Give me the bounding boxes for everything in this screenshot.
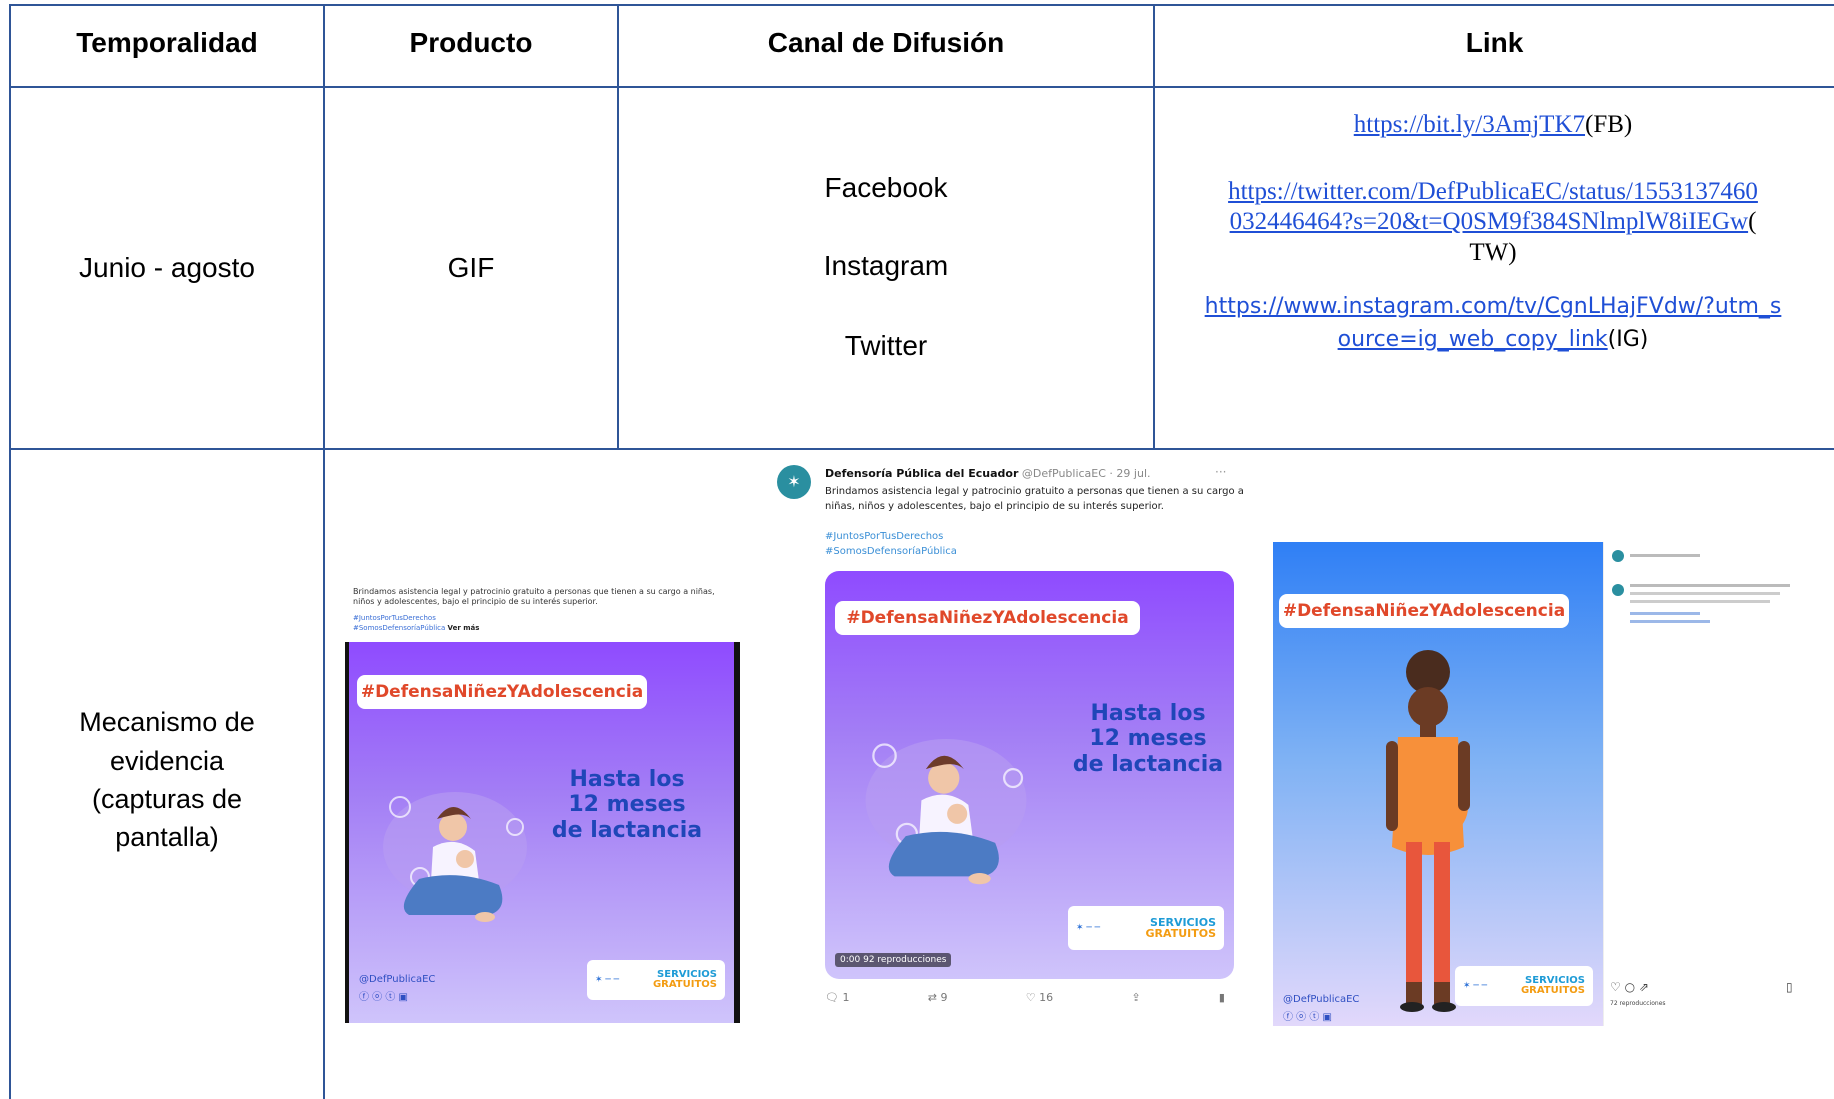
twitter-avatar: ✶ <box>777 465 811 499</box>
canal-twitter: Twitter <box>844 329 928 361</box>
instagram-hashtag-banner: #DefensaNiñezYAdolescencia <box>1279 594 1569 628</box>
twitter-hashtag-banner: #DefensaNiñezYAdolescencia <box>835 601 1140 635</box>
twitter-retweet-count: 9 <box>940 991 948 1004</box>
twitter-analytics-icon[interactable]: ▮ <box>1219 991 1225 1004</box>
link-instagram-block: https://www.instagram.com/tv/CgnLHajFVdw… <box>1160 290 1826 356</box>
defensoria-logo-icon: ✶ ─ ─ <box>595 975 620 985</box>
instagram-comment-line-3 <box>1630 600 1770 603</box>
instagram-views: 72 reproducciones <box>1610 1000 1666 1007</box>
row-divider-2 <box>9 448 1834 450</box>
twitter-badge-line2: GRATUITOS <box>1145 927 1216 940</box>
facebook-badge-line2: GRATUITOS <box>652 979 717 990</box>
facebook-social-icons: ⓕ ⓞ ⓣ ▣ <box>359 992 408 1003</box>
link-facebook-line: https://bit.ly/3AmjTK7(FB) <box>1160 110 1826 141</box>
facebook-badge-text: SERVICIOS GRATUITOS <box>653 970 717 990</box>
header-link: Link <box>1465 27 1524 58</box>
instagram-servicios-badge: ✶ ─ ─ SERVICIOS GRATUITOS <box>1455 966 1593 1006</box>
link-twitter-block: https://twitter.com/DefPublicaEC/status/… <box>1160 177 1826 269</box>
evidence-label-line-1: Mecanismo de <box>79 707 255 738</box>
facebook-hashtag-banner: #DefensaNiñezYAdolescencia <box>357 675 647 709</box>
link-instagram-part1[interactable]: https://www.instagram.com/tv/CgnLHajFVdw… <box>1205 294 1782 319</box>
instagram-comment-panel: ♡ ○ ⇗ ▯ 72 reproducciones <box>1603 542 1805 1026</box>
instagram-header-line <box>1630 554 1700 557</box>
instagram-action-icons[interactable]: ♡ ○ ⇗ <box>1610 980 1649 994</box>
twitter-handle-date: @DefPublicaEC · 29 jul. <box>1021 467 1151 480</box>
link-facebook[interactable]: https://bit.ly/3AmjTK7 <box>1354 111 1585 138</box>
facebook-hashtag-2: #SomosDefensoríaPública Ver más <box>353 624 479 632</box>
producto-cell: GIF <box>447 251 495 283</box>
twitter-share-icon[interactable]: ⇪ <box>1131 991 1140 1004</box>
facebook-screenshot: Brindamos asistencia legal y patrocinio … <box>345 582 740 1023</box>
defensoria-logo-icon: ✶ ─ ─ <box>1463 981 1488 991</box>
facebook-headline-3: de lactancia <box>551 817 703 843</box>
instagram-badge-text: SERVICIOS GRATUITOS <box>1521 976 1585 996</box>
evidence-label-line-3: (capturas de <box>91 784 243 814</box>
twitter-headline-3: de lactancia <box>1072 751 1224 777</box>
twitter-tweet-text: Brindamos asistencia legal y patrocinio … <box>825 486 1244 512</box>
header-canal-de-difusion: Canal de Difusión <box>767 27 1005 58</box>
facebook-caption: Brindamos asistencia legal y patrocinio … <box>353 587 715 607</box>
evidence-label-line-4: pantalla) <box>115 822 219 853</box>
twitter-badge-text: SERVICIOS GRATUITOS <box>1146 917 1216 939</box>
twitter-more-icon[interactable]: ··· <box>1215 465 1226 479</box>
links-cell: https://bit.ly/3AmjTK7(FB) https://twitt… <box>1160 92 1826 356</box>
twitter-views: 92 reproducciones <box>863 955 947 965</box>
twitter-like-action[interactable]: ♡ 16 <box>1026 991 1053 1004</box>
instagram-hashtag-line-1 <box>1630 612 1700 615</box>
twitter-headline-2: 12 meses <box>1089 726 1207 752</box>
twitter-headline: Hasta los 12 meses de lactancia <box>1063 701 1233 777</box>
instagram-profile-avatar <box>1612 550 1624 562</box>
facebook-handle: @DefPublicaEC <box>359 974 436 985</box>
twitter-headline-1: Hasta los <box>1090 701 1206 726</box>
evidence-label-line-2: evidencia <box>109 745 225 776</box>
twitter-hashtag-2[interactable]: #SomosDefensoríaPública <box>825 546 957 557</box>
link-twitter-part1[interactable]: https://twitter.com/DefPublicaEC/status/… <box>1228 178 1758 205</box>
link-facebook-suffix: (FB) <box>1585 111 1633 138</box>
instagram-save-icon[interactable]: ▯ <box>1786 980 1793 994</box>
twitter-action-bar: 🗨 1 ⇄ 9 ♡ 16 ⇪ ▮ <box>825 991 1225 1004</box>
facebook-headline-2: 12 meses <box>568 792 686 818</box>
header-temporalidad: Temporalidad <box>76 27 258 58</box>
link-twitter-suffix-open: ( <box>1748 208 1757 235</box>
twitter-video-status: 0:00 92 reproducciones <box>835 953 952 967</box>
facebook-hashtag-1: #JuntosPorTusDerechos <box>353 614 436 622</box>
twitter-hashtag-1[interactable]: #JuntosPorTusDerechos <box>825 531 943 542</box>
twitter-reply-action[interactable]: 🗨 1 <box>825 991 849 1004</box>
twitter-account-name[interactable]: Defensoría Pública del Ecuador <box>825 467 1018 480</box>
twitter-account-line: Defensoría Pública del Ecuador @DefPubli… <box>825 467 1151 480</box>
instagram-screenshot: #DefensaNiñezYAdolescencia ✶ ─ ─ SERVICI… <box>1273 542 1805 1026</box>
facebook-headline: Hasta los 12 meses de lactancia <box>537 767 717 843</box>
canal-facebook: Facebook <box>824 171 948 203</box>
header-producto: Producto <box>409 27 533 58</box>
link-instagram-part2[interactable]: ource=ig_web_copy_link <box>1338 327 1608 352</box>
instagram-hashtag-line-2 <box>1630 620 1710 623</box>
instagram-social-icons: ⓕ ⓞ ⓣ ▣ <box>1283 1012 1332 1023</box>
facebook-see-more[interactable]: Ver más <box>448 624 480 632</box>
temporalidad-cell: Junio - agosto <box>79 251 255 283</box>
twitter-like-count: 16 <box>1039 991 1054 1004</box>
twitter-video-time: 0:00 <box>840 955 861 965</box>
instagram-comment-line-2 <box>1630 592 1780 595</box>
twitter-screenshot: ✶ Defensoría Pública del Ecuador @DefPub… <box>763 451 1253 1023</box>
evidence-label: Mecanismo de evidencia (capturas de pant… <box>11 690 323 870</box>
facebook-servicios-badge: ✶ ─ ─ SERVICIOS GRATUITOS <box>587 960 725 1000</box>
instagram-comment-line-1 <box>1630 584 1790 587</box>
defensoria-logo-icon: ✶ ─ ─ <box>1076 923 1101 933</box>
canal-instagram: Instagram <box>823 249 949 281</box>
link-twitter-suffix: TW) <box>1469 238 1517 266</box>
twitter-retweet-action[interactable]: ⇄ 9 <box>928 991 948 1004</box>
facebook-headline-1: Hasta los <box>569 767 685 792</box>
instagram-badge-line2: GRATUITOS <box>1520 985 1585 996</box>
link-instagram-suffix: (IG) <box>1607 327 1649 352</box>
mother-breastfeeding-illustration <box>383 792 527 922</box>
instagram-comment-avatar <box>1612 584 1624 596</box>
twitter-servicios-badge: ✶ ─ ─ SERVICIOS GRATUITOS <box>1068 906 1224 950</box>
instagram-handle: @DefPublicaEC <box>1283 994 1360 1005</box>
mother-breastfeeding-illustration <box>865 738 1027 885</box>
pregnant-woman-illustration <box>1386 650 1470 1012</box>
link-twitter-part2[interactable]: 032446464?s=20&t=Q0SM9f384SNlmplW8iIEGw <box>1230 208 1748 235</box>
twitter-reply-count: 1 <box>842 991 850 1004</box>
facebook-hashtag-2-text: #SomosDefensoríaPública <box>353 624 446 632</box>
